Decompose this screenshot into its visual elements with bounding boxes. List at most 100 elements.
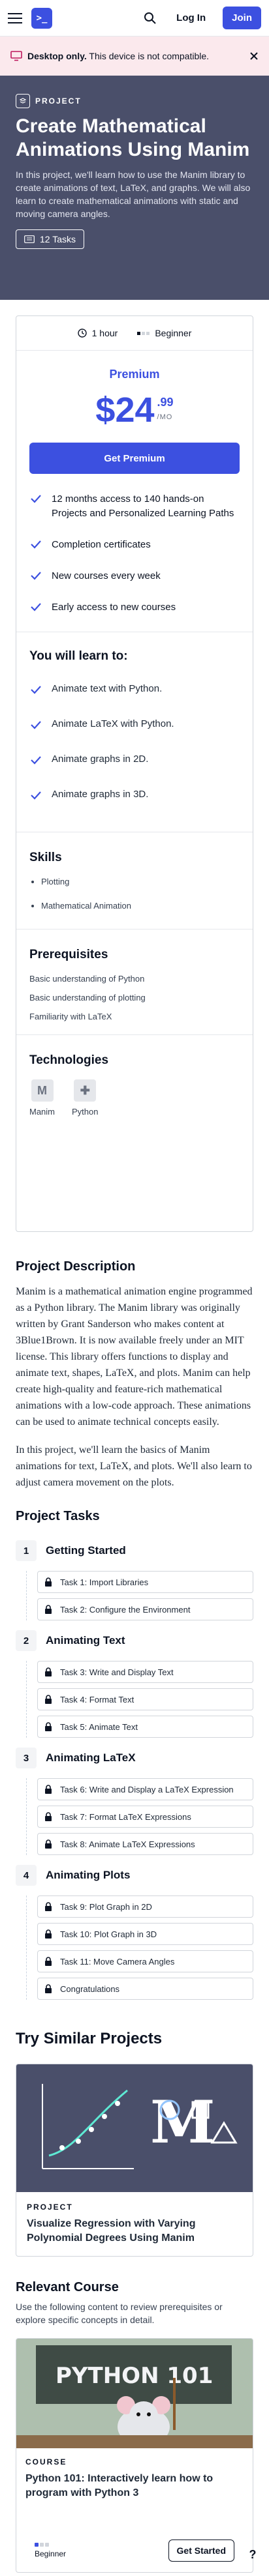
course-card-title: Python 101: Interactively learn how to p… [25, 2473, 214, 2498]
desktop-icon [10, 51, 22, 61]
join-button[interactable]: Join [223, 7, 261, 29]
feature-item: Early access to new courses [29, 600, 240, 615]
close-icon[interactable] [249, 51, 259, 61]
similar-projects-section: Try Similar Projects M PROJECT Visualize… [0, 2030, 269, 2257]
task-item[interactable]: Task 11: Move Camera Angles [37, 1950, 253, 1972]
course-card-tag: COURSE [25, 2457, 67, 2466]
prerequisite-item: Basic understanding of plotting [29, 993, 146, 1003]
search-icon[interactable] [144, 12, 157, 25]
similar-project-card[interactable]: M PROJECT Visualize Regression with Vary… [16, 2064, 253, 2257]
tasks-count-label: 12 Tasks [40, 234, 76, 244]
price-dollars: $24 [95, 390, 155, 430]
level-bars-icon [137, 331, 150, 335]
task-group: 1 Getting Started Task 1: Import Librarie… [16, 1536, 253, 1620]
price-cents: .99 [157, 396, 174, 409]
task-group: 2 Animating Text Task 3: Write and Displa… [16, 1626, 253, 1738]
get-started-button[interactable]: Get Started [168, 2539, 234, 2562]
level-bars-icon [35, 2543, 66, 2547]
group-title: Animating Plots [46, 1869, 131, 1881]
logo[interactable]: >_ [31, 7, 52, 29]
group-title: Getting Started [46, 1544, 126, 1557]
feature-item: Completion certificates [29, 538, 240, 552]
task-item[interactable]: Task 10: Plot Graph in 3D [37, 1923, 253, 1945]
check-icon [31, 686, 41, 694]
tech-item: ✚ Python [72, 1079, 99, 1117]
description-paragraph: In this project, we'll learn the basics … [16, 1444, 252, 1488]
lock-icon [45, 1605, 52, 1614]
lock-icon [45, 1667, 52, 1676]
lock-icon [45, 1812, 52, 1821]
skill-item: Plotting [41, 877, 240, 886]
learning-outcomes-title: You will learn to: [29, 649, 128, 663]
pricing-card: 1 hour Beginner Premium $24 .99/MO Get P… [16, 315, 253, 1232]
group-number: 4 [16, 1865, 37, 1886]
banner-text: Desktop only. This device is not compati… [27, 51, 210, 61]
device-warning-banner: Desktop only. This device is not compati… [0, 37, 269, 76]
project-tag-label: PROJECT [35, 96, 82, 106]
project-tasks-section: Project Tasks 1 Getting Started Task 1: I… [0, 1509, 269, 2000]
lock-icon [45, 1984, 52, 1993]
project-description-title: Project Description [16, 1259, 136, 1274]
check-icon [31, 756, 41, 765]
lock-icon [45, 1839, 52, 1849]
clock-icon [77, 329, 87, 338]
check-icon [31, 721, 41, 729]
relevant-course-section: Relevant Course Use the following conten… [0, 2280, 269, 2326]
get-premium-button[interactable]: Get Premium [29, 443, 240, 474]
lock-icon [45, 1577, 52, 1587]
duration: 1 hour [77, 328, 118, 338]
task-item[interactable]: Task 2: Configure the Environment [37, 1598, 253, 1620]
mouse-illustration-icon: PYTHON 101 [16, 2339, 253, 2448]
price: $24 .99/MO [16, 390, 253, 430]
learning-outcomes: You will learn to: Animate text with Pyt… [16, 632, 253, 832]
task-group: 3 Animating LaTeX Task 6: Write and Displ… [16, 1743, 253, 1855]
task-item[interactable]: Task 5: Animate Text [37, 1716, 253, 1738]
skill-item: Mathematical Animation [41, 901, 240, 911]
premium-features: 12 months access to 140 hands-on Project… [29, 492, 240, 615]
top-navbar: >_ Log In Join [0, 0, 269, 37]
task-group: 4 Animating Plots Task 9: Plot Graph in 2… [16, 1860, 253, 2000]
help-icon[interactable]: ? [243, 2545, 262, 2564]
hero-section: PROJECT Create Mathematical Animations U… [0, 76, 269, 300]
prerequisite-item: Familiarity with LaTeX [29, 1012, 112, 1021]
skills-title: Skills [29, 851, 62, 864]
outcome-item: Animate LaTeX with Python. [29, 718, 240, 731]
task-item[interactable]: Task 7: Format LaTeX Expressions [37, 1806, 253, 1828]
task-item[interactable]: Task 9: Plot Graph in 2D [37, 1895, 253, 1918]
lock-icon [45, 1902, 52, 1911]
check-icon [31, 572, 41, 580]
manim-logo-icon: M [31, 1079, 54, 1102]
menu-icon[interactable] [8, 12, 22, 23]
lock-icon [45, 1957, 52, 1966]
technologies-section: Technologies M Manim ✚ Python [16, 1035, 253, 1134]
login-button[interactable]: Log In [168, 8, 214, 27]
description-paragraph: Manim is a mathematical animation engine… [16, 1286, 253, 1427]
project-tasks-title: Project Tasks [16, 1509, 100, 1523]
list-icon [24, 235, 35, 243]
task-item[interactable]: Task 3: Write and Display Text [37, 1661, 253, 1683]
lock-icon [45, 1695, 52, 1704]
lock-icon [45, 1929, 52, 1939]
tech-item: M Manim [29, 1079, 55, 1117]
project-tag: PROJECT [16, 94, 253, 108]
task-item[interactable]: Congratulations [37, 1978, 253, 2000]
outcome-item: Animate graphs in 3D. [29, 789, 240, 802]
group-title: Animating LaTeX [46, 1751, 136, 1764]
group-title: Animating Text [46, 1634, 125, 1647]
lock-icon [45, 1722, 52, 1731]
feature-item: New courses every week [29, 569, 240, 583]
outcome-item: Animate text with Python. [29, 683, 240, 696]
task-item[interactable]: Task 4: Format Text [37, 1688, 253, 1710]
feature-item: 12 months access to 140 hands-on Project… [29, 492, 240, 521]
prerequisites-section: Prerequisites Basic understanding of Pyt… [16, 929, 253, 1035]
page-title: Create Mathematical Animations Using Man… [16, 115, 250, 160]
task-item[interactable]: Task 6: Write and Display a LaTeX Expres… [37, 1778, 253, 1800]
task-item[interactable]: Task 8: Animate LaTeX Expressions [37, 1833, 253, 1855]
task-item[interactable]: Task 1: Import Libraries [37, 1571, 253, 1593]
regression-graph-icon: M [42, 2084, 238, 2169]
project-icon [16, 94, 30, 108]
skill-level: Beginner [137, 328, 191, 338]
group-number: 2 [16, 1630, 37, 1651]
course-card[interactable]: PYTHON 101 COURSE Python 101: Interactiv… [16, 2338, 253, 2573]
lock-icon [45, 1785, 52, 1794]
